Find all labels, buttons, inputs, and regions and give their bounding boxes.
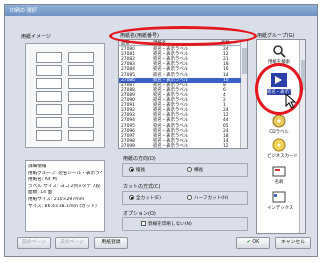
details-label: 詳細情報	[28, 164, 47, 169]
orientation-label: 用紙の方向(D)	[123, 156, 156, 162]
preview-label-cell	[36, 65, 62, 76]
radio-dot	[187, 167, 192, 172]
search-icon	[273, 45, 286, 58]
paper-group-panel: 用紙を検索 宛名・表示ラベル CDラベル ビジネスカード 名刺 インデックス	[256, 39, 306, 234]
group-business-cards[interactable]: ビジネスカード	[267, 138, 298, 159]
column-header[interactable]: 品番	[121, 40, 130, 46]
details-line: ラベル サイズ: ヨコ 2列×タテ 7段	[28, 183, 101, 189]
preview-label: 用紙イメージ	[21, 34, 51, 40]
paper-details: 詳細情報 用紙グループ: 宛名シール・表示ラベル 用紙名: A4 判 ラベル サ…	[25, 160, 105, 232]
orientation-landscape-radio[interactable]: 横長	[187, 167, 203, 173]
group-item-label: 用紙を検索	[268, 60, 290, 65]
details-line: 用紙グループ: 宛名シール・表示ラベル	[28, 170, 102, 176]
business-card-icon	[272, 138, 286, 152]
group-scrollbar[interactable]	[299, 40, 305, 233]
preview-label-cell	[68, 130, 94, 141]
paper-list[interactable]: 品番 用紙名 面数 27080 宛名・表示ラベル 24 27081 宛名・表示ラベル 12…	[118, 39, 248, 149]
ok-label: OK	[252, 240, 260, 245]
group-item-label: CDラベル	[269, 130, 289, 135]
register-paper-button[interactable]: 用紙登録	[94, 237, 128, 249]
next-page-button[interactable]: 次のページ	[55, 237, 89, 249]
preview-label-cell	[68, 65, 94, 76]
no-border-checkbox[interactable]: 罫線を印刷しない(N)	[141, 221, 192, 227]
cut-full-radio[interactable]: 全カット(E)	[129, 195, 161, 201]
list-scrollbar[interactable]	[240, 40, 247, 148]
paper-list-label: 用紙名(用紙番号)	[120, 33, 159, 39]
details-line: 用紙名: A4 判	[28, 177, 57, 183]
paper-preview	[25, 43, 105, 148]
group-panel-label: 用紙グループ(G)	[257, 33, 295, 39]
list-item[interactable]: 27099 宛名・表示ラベル 12	[119, 143, 241, 149]
details-line: 用紙サイズ: 210×297mm	[28, 196, 85, 202]
scroll-thumb[interactable]	[301, 60, 305, 90]
cd-icon	[272, 114, 286, 128]
preview-label-cell	[36, 130, 62, 141]
preview-label-cell	[68, 78, 94, 89]
group-address-labels[interactable]: 宛名・表示ラベル	[267, 72, 302, 95]
details-line: 面数: 14 面	[28, 190, 53, 196]
group-item-label: 名刺	[274, 180, 284, 185]
group-item-label: ビジネスカード	[267, 154, 298, 159]
radio-dot	[187, 195, 192, 200]
preview-label-cell	[68, 91, 94, 102]
column-header[interactable]: 面数	[221, 40, 230, 46]
group-index-labels[interactable]: インデックス	[267, 190, 294, 211]
prev-page-button[interactable]: 前のページ	[17, 237, 51, 249]
orientation-portrait-radio[interactable]: 縦長	[129, 167, 145, 173]
cancel-button[interactable]: キャンセル	[275, 237, 311, 249]
scroll-thumb[interactable]	[242, 48, 247, 74]
preview-label-cell	[36, 78, 62, 89]
group-postcards[interactable]: 名刺	[267, 164, 291, 185]
cut-half-radio[interactable]: ハーフカット(H)	[187, 195, 228, 201]
ok-button[interactable]: ✔ OK	[236, 237, 270, 249]
preview-label-cell	[36, 52, 62, 63]
preview-label-cell	[36, 91, 62, 102]
options-group: 罫線を印刷しない(N)	[122, 217, 248, 231]
list-cell: 12	[223, 143, 229, 149]
window-title: 印刷の 選択	[10, 8, 37, 14]
postcard-icon	[272, 166, 286, 177]
orientation-group: 縦長 横長	[122, 163, 248, 177]
cut-label: カットの方式(C)	[123, 184, 161, 190]
group-cd-labels[interactable]: CDラベル	[267, 114, 291, 135]
paper-select-dialog: 印刷の 選択 用紙イメージ 詳細情報 用紙グループ: 宛名シール・表示ラベル 用…	[4, 4, 318, 257]
cut-group: 全カット(E) ハーフカット(H)	[122, 191, 248, 205]
options-label: オプション(O)	[123, 211, 156, 217]
label-icon	[271, 73, 287, 87]
list-header: 品番 用紙名 面数	[119, 40, 247, 46]
radio-dot	[129, 195, 134, 200]
index-icon	[272, 191, 286, 203]
checkbox-box	[141, 221, 146, 226]
title-bar: 印刷の 選択	[5, 5, 317, 16]
group-item-label: インデックス	[267, 206, 294, 211]
preview-label-cell	[68, 104, 94, 115]
group-search[interactable]: 用紙を検索	[267, 44, 291, 65]
list-cell: 27099	[121, 143, 135, 149]
radio-dot	[129, 167, 134, 172]
list-cell: 宛名・表示ラベル	[153, 143, 189, 149]
column-header[interactable]: 用紙名	[153, 40, 166, 46]
details-line: サイズ: 86.4×38.1mm (カット)	[28, 203, 97, 209]
preview-label-cell	[68, 117, 94, 128]
cursor-icon	[285, 93, 297, 109]
preview-label-cell	[36, 104, 62, 115]
preview-label-cell	[68, 52, 94, 63]
preview-label-cell	[36, 117, 62, 128]
check-icon: ✔	[246, 240, 251, 245]
